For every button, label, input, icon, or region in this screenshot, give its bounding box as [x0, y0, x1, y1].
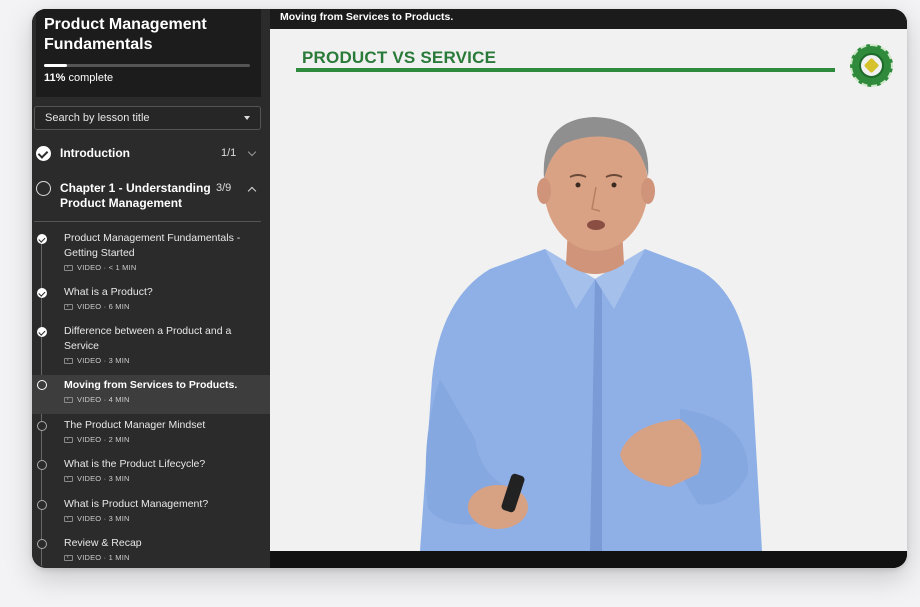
lesson-title: Moving from Services to Products.: [64, 379, 238, 391]
seal-badge-icon: [850, 44, 893, 87]
player-control-bar: [270, 551, 907, 568]
lesson-title: What is a Product?: [64, 286, 153, 298]
check-circle-icon: [37, 327, 47, 337]
current-circle-icon: [37, 380, 47, 390]
section-chapter-1[interactable]: Chapter 1 - Understanding Product Manage…: [34, 181, 261, 215]
video-icon: [64, 264, 73, 271]
video-icon: [64, 515, 73, 522]
dropdown-caret-icon: [244, 116, 250, 120]
section-count: 3/9: [216, 182, 232, 194]
lesson-meta: VIDEO · 3 MIN: [64, 356, 130, 365]
video-icon: [64, 554, 73, 561]
progress-fill: [44, 64, 67, 67]
video-icon: [64, 436, 73, 443]
section-count: 1/1: [221, 147, 237, 159]
slide-rule: [296, 68, 835, 72]
lesson-title: The Product Manager Mindset: [64, 419, 206, 431]
lesson-item[interactable]: Review & Recap VIDEO · 1 MIN: [32, 536, 270, 568]
course-title: Product Management Fundamentals: [44, 16, 207, 53]
lesson-meta: VIDEO · 6 MIN: [64, 302, 130, 311]
progress-text: 11% complete: [44, 72, 114, 84]
lesson-meta: VIDEO · 4 MIN: [64, 395, 130, 404]
lesson-item[interactable]: What is Product Management? VIDEO · 3 MI…: [32, 497, 270, 531]
section-label: Chapter 1 - Understanding Product Manage…: [60, 181, 211, 210]
lesson-title: What is Product Management?: [64, 498, 209, 510]
chevron-up-icon[interactable]: [247, 186, 257, 196]
check-circle-icon: [37, 234, 47, 244]
current-lesson-title: Moving from Services to Products.: [280, 11, 454, 23]
empty-circle-icon: [36, 181, 51, 196]
lesson-meta: VIDEO · < 1 MIN: [64, 263, 136, 272]
video-icon: [64, 475, 73, 482]
empty-circle-icon: [37, 460, 47, 470]
presenter-image: [420, 117, 762, 551]
empty-circle-icon: [37, 500, 47, 510]
lesson-item[interactable]: Difference between a Product and a Servi…: [32, 324, 270, 370]
lesson-title: Product Management Fundamentals - Gettin…: [64, 232, 241, 259]
section-introduction[interactable]: Introduction 1/1: [34, 146, 261, 166]
course-sidebar: Product Management Fundamentals 11% comp…: [32, 9, 270, 568]
lesson-title: What is the Product Lifecycle?: [64, 458, 206, 470]
lesson-meta: VIDEO · 3 MIN: [64, 514, 130, 523]
lesson-item[interactable]: What is a Product? VIDEO · 6 MIN: [32, 285, 270, 319]
app-window: Product Management Fundamentals 11% comp…: [32, 9, 907, 568]
lesson-item[interactable]: The Product Manager Mindset VIDEO · 2 MI…: [32, 418, 270, 452]
chevron-down-icon[interactable]: [247, 147, 257, 157]
video-icon: [64, 396, 73, 403]
lesson-item[interactable]: Product Management Fundamentals - Gettin…: [32, 231, 270, 277]
progress-bar: [44, 64, 250, 67]
lesson-search-dropdown[interactable]: Search by lesson title: [34, 106, 261, 130]
slide-title: PRODUCT VS SERVICE: [302, 48, 497, 67]
video-icon: [64, 303, 73, 310]
lesson-item[interactable]: What is the Product Lifecycle? VIDEO · 3…: [32, 457, 270, 491]
lesson-item-current[interactable]: Moving from Services to Products. VIDEO …: [32, 375, 270, 414]
lesson-title: Difference between a Product and a Servi…: [64, 325, 232, 352]
empty-circle-icon: [37, 539, 47, 549]
divider: [34, 221, 261, 222]
lesson-title: Review & Recap: [64, 537, 142, 549]
lesson-meta: VIDEO · 1 MIN: [64, 553, 130, 562]
lesson-meta: VIDEO · 2 MIN: [64, 435, 130, 444]
check-circle-icon: [37, 288, 47, 298]
video-icon: [64, 357, 73, 364]
course-header: Product Management Fundamentals 11% comp…: [36, 9, 261, 97]
lesson-content: Moving from Services to Products. PRODUC…: [270, 9, 907, 568]
check-circle-icon: [36, 146, 51, 161]
video-player[interactable]: PRODUCT VS SERVICE: [270, 29, 907, 551]
lesson-meta: VIDEO · 3 MIN: [64, 474, 130, 483]
search-placeholder: Search by lesson title: [45, 112, 150, 124]
section-label: Introduction: [60, 146, 130, 160]
empty-circle-icon: [37, 421, 47, 431]
